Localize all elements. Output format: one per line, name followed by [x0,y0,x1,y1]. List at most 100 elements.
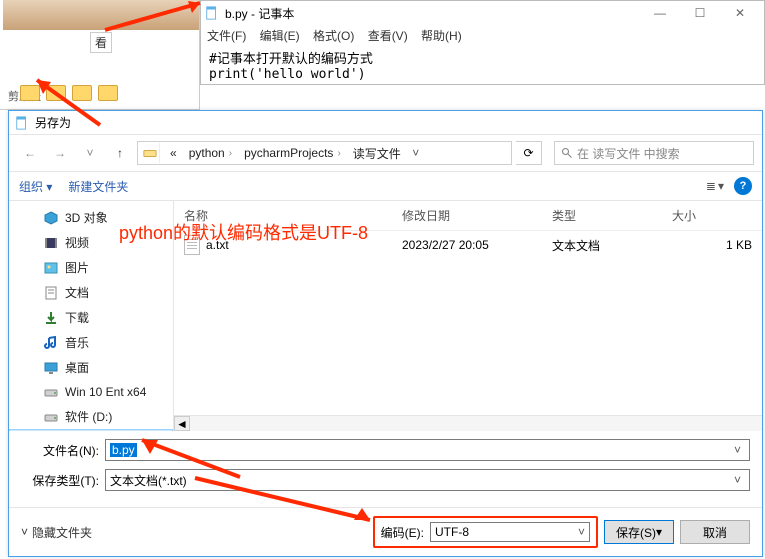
menu-view[interactable]: 查看(V) [368,29,408,43]
background-explorer: 看 剪路径 [0,0,200,110]
sidebar-item-label: 软件 (D:) [65,408,112,425]
sidebar-item-label: 视频 [65,234,89,251]
sidebar-item[interactable]: Win 10 Ent x64 [9,380,173,404]
sidebar-item-label: 桌面 [65,359,89,376]
savetype-value: 文本文档(*.txt) [110,472,187,489]
file-date: 2023/2/27 20:05 [402,238,552,252]
notepad-text-area[interactable]: #记事本打开默认的编码方式 print('hello world') [201,46,764,84]
bottom-bar: ˅ 隐藏文件夹 编码(E): UTF-8 ˅ 保存(S) ▾ 取消 [9,507,762,556]
view-tab-label[interactable]: 看 [90,32,112,53]
column-headers[interactable]: 名称 修改日期 类型 大小 [174,201,762,231]
col-size[interactable]: 大小 [672,207,752,224]
refresh-button[interactable]: ⟳ [516,141,542,165]
drive-icon [140,143,160,163]
savetype-combo[interactable]: 文本文档(*.txt) ˅ [105,469,750,491]
save-as-dialog: 另存为 ← → ˅ ↑ « python› pycharmProjects› 读… [8,110,763,557]
filename-input[interactable]: b.py ˅ [105,439,750,461]
notepad-app-icon [205,6,219,20]
notepad-title-text: b.py - 记事本 [225,5,294,22]
organize-button[interactable]: 组织 ▾ [19,178,52,195]
close-button[interactable]: ✕ [720,1,760,25]
video-icon [43,235,59,251]
sidebar[interactable]: 3D 对象视频图片文档下载音乐桌面 Win 10 Ent x64 软件 (D:) ▸文… [9,201,174,431]
file-type: 文本文档 [552,237,672,254]
save-button[interactable]: 保存(S) ▾ [604,520,674,544]
sidebar-item[interactable]: 视频 [9,230,173,255]
col-name[interactable]: 名称 [184,207,402,224]
chevron-down-icon: ˅ [21,525,28,539]
nav-bar: ← → ˅ ↑ « python› pycharmProjects› 读写文件 … [9,135,762,171]
filename-value: b.py [110,443,137,457]
sidebar-item[interactable]: 文档 [9,280,173,305]
code-line: #记事本打开默认的编码方式 [209,48,756,67]
encoding-value: UTF-8 [435,525,469,539]
sidebar-item-label: 下载 [65,309,89,326]
folder-icon [20,85,40,101]
notepad-window: b.py - 记事本 — ☐ ✕ 文件(F) 编辑(E) 格式(O) 查看(V)… [200,0,765,85]
encoding-dropdown[interactable]: ˅ [578,525,585,539]
sidebar-item-label: Win 10 Ent x64 [65,385,146,399]
cancel-button[interactable]: 取消 [680,520,750,544]
folder-icon [98,85,118,101]
file-size: 1 KB [672,238,752,252]
sidebar-item[interactable]: 下载 [9,305,173,330]
help-button[interactable]: ? [734,177,752,195]
savetype-label: 保存类型(T): [21,472,99,489]
filename-label: 文件名(N): [21,442,99,459]
scroll-left-button[interactable]: ◄ [174,416,190,431]
breadcrumb-dropdown[interactable]: ˅ [407,146,425,160]
new-folder-button[interactable]: 新建文件夹 [68,178,128,195]
desktop-icon [43,360,59,376]
sidebar-item-label: 图片 [65,259,89,276]
fields-panel: 文件名(N): b.py ˅ 保存类型(T): 文本文档(*.txt) ˅ [9,431,762,507]
hide-folders-toggle[interactable]: ˅ 隐藏文件夹 [21,524,92,541]
breadcrumb-overflow[interactable]: « [164,146,183,160]
sidebar-item[interactable]: 桌面 [9,355,173,380]
sidebar-item[interactable]: 图片 [9,255,173,280]
horizontal-scrollbar[interactable]: ◄ [174,415,762,431]
col-type[interactable]: 类型 [552,207,672,224]
toolbar: 组织 ▾ 新建文件夹 ≣ ▾ ? [9,171,762,201]
menu-help[interactable]: 帮助(H) [421,29,462,43]
sidebar-item[interactable]: 音乐 [9,330,173,355]
music-icon [43,335,59,351]
drive-icon [43,384,59,400]
notepad-titlebar[interactable]: b.py - 记事本 — ☐ ✕ [201,1,764,25]
cube-icon [43,210,59,226]
sidebar-item[interactable]: 软件 (D:) [9,404,173,429]
picture-icon [43,260,59,276]
savetype-dropdown[interactable]: ˅ [730,473,745,487]
search-input[interactable]: 在 读写文件 中搜索 [554,141,754,165]
text-file-icon [184,235,200,255]
nav-up-button[interactable]: ↑ [107,141,133,165]
scroll-track[interactable] [190,416,762,431]
menu-edit[interactable]: 编辑(E) [260,29,300,43]
encoding-combo[interactable]: UTF-8 ˅ [430,522,590,542]
breadcrumb-item[interactable]: python› [183,146,238,160]
maximize-button[interactable]: ☐ [680,1,720,25]
view-mode-button[interactable]: ≣ ▾ [706,179,724,193]
filename-history-dropdown[interactable]: ˅ [730,443,745,457]
file-pane[interactable]: 名称 修改日期 类型 大小 a.txt 2023/2/27 20:05文本文档1 … [174,201,762,431]
minimize-button[interactable]: — [640,1,680,25]
save-as-titlebar[interactable]: 另存为 [9,111,762,135]
menu-file[interactable]: 文件(F) [207,29,246,43]
breadcrumb[interactable]: « python› pycharmProjects› 读写文件 ˅ [137,141,512,165]
file-name: a.txt [206,238,229,252]
file-row[interactable]: a.txt 2023/2/27 20:05文本文档1 KB [174,231,762,259]
sidebar-item[interactable]: 3D 对象 [9,205,173,230]
save-as-title-text: 另存为 [35,114,71,131]
folder-icon [72,85,92,101]
menu-format[interactable]: 格式(O) [313,29,354,43]
nav-forward-button: → [47,141,73,165]
breadcrumb-item[interactable]: pycharmProjects› [238,146,347,160]
sidebar-item-label: 3D 对象 [65,209,108,226]
col-date[interactable]: 修改日期 [402,207,552,224]
search-placeholder: 在 读写文件 中搜索 [577,145,680,162]
search-icon [561,147,573,159]
nav-back-button[interactable]: ← [17,141,43,165]
notepad-menubar[interactable]: 文件(F) 编辑(E) 格式(O) 查看(V) 帮助(H) [201,25,764,46]
sidebar-item[interactable]: ▸文档 (E:) [9,429,173,431]
breadcrumb-item[interactable]: 读写文件 [347,145,407,162]
nav-recent-button[interactable]: ˅ [77,141,103,165]
